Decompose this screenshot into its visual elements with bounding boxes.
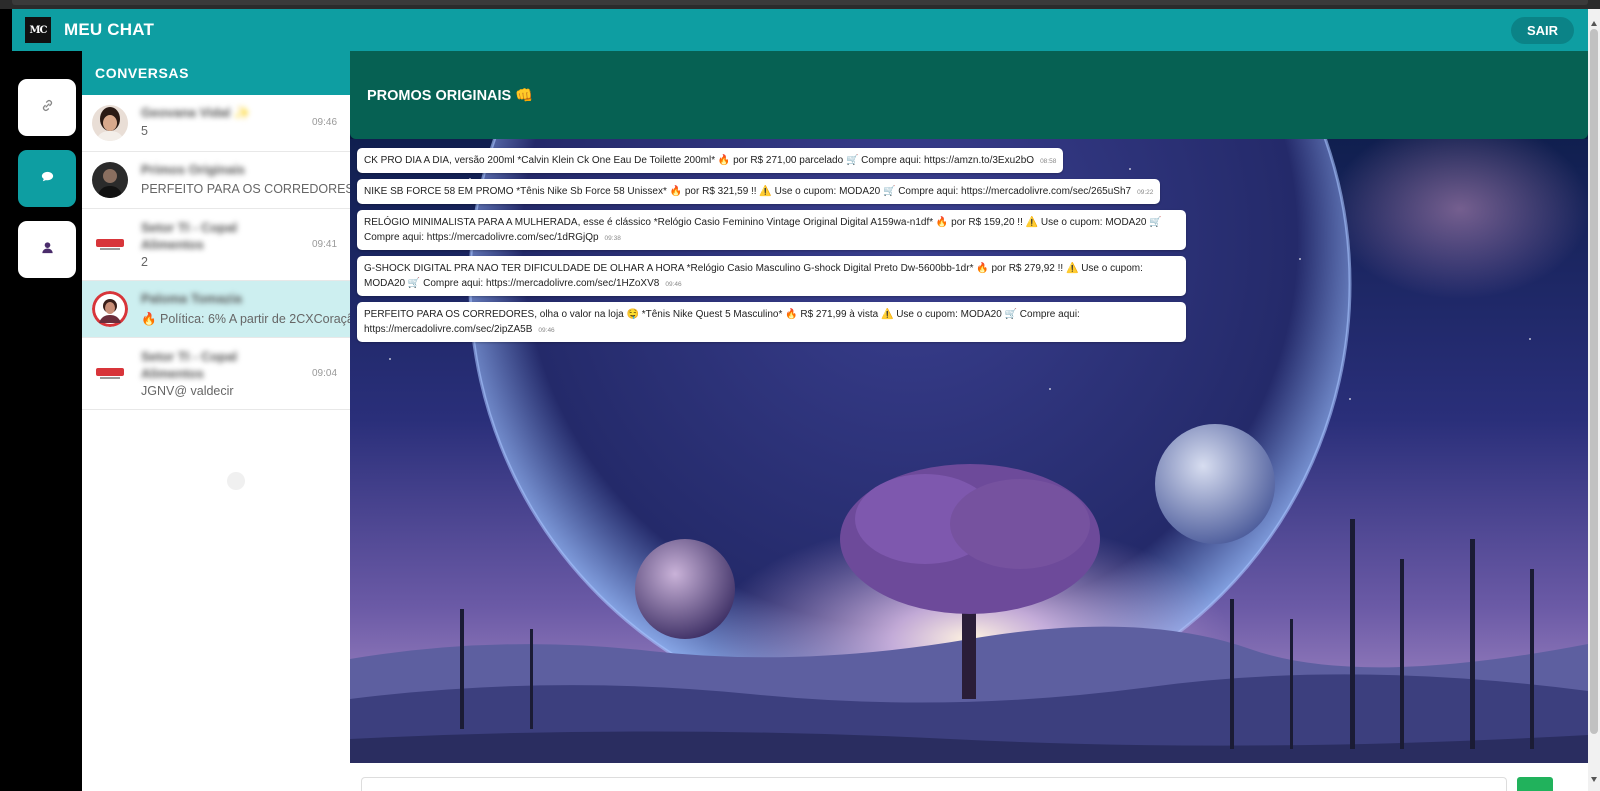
chat-bubble-icon	[40, 169, 55, 189]
conversation-preview: 5	[141, 124, 148, 138]
app-logo: MC	[25, 17, 51, 43]
conversation-name: Paloma Tomazia	[141, 291, 242, 306]
message-text: CK PRO DIA A DIA, versão 200ml *Calvin K…	[364, 155, 1035, 166]
avatar	[92, 162, 128, 198]
message-text: RELÓGIO MINIMALISTA PARA A MULHERADA, es…	[364, 217, 1162, 243]
message-list: CK PRO DIA A DIA, versão 200ml *Calvin K…	[357, 148, 1257, 348]
conversation-time: 09:46	[312, 117, 338, 128]
message-composer	[350, 763, 1588, 791]
nav-contacts-button[interactable]	[18, 221, 76, 278]
nav-rail	[12, 51, 82, 791]
conversation-time: 09:41	[312, 239, 338, 250]
browser-top-strip	[0, 0, 1600, 9]
conversation-name: Primos Originais	[141, 162, 246, 177]
scroll-down-arrow-icon[interactable]	[1591, 777, 1597, 782]
message-time: 08:58	[1040, 158, 1057, 165]
avatar	[92, 225, 128, 261]
conversation-time: 09:04	[312, 368, 338, 379]
message-bubble: RELÓGIO MINIMALISTA PARA A MULHERADA, es…	[357, 210, 1186, 250]
loading-spinner	[227, 472, 245, 490]
message-bubble: G-SHOCK DIGITAL PRA NAO TER DIFICULDADE …	[357, 256, 1186, 296]
message-time: 09:46	[538, 327, 555, 334]
message-text: PERFEITO PARA OS CORREDORES, olha o valo…	[364, 309, 1080, 335]
nav-links-button[interactable]	[18, 79, 76, 136]
conversation-preview: JGNV@ valdecir	[141, 384, 234, 398]
chat-header: PROMOS ORIGINAIS 👊	[350, 51, 1588, 139]
message-text: G-SHOCK DIGITAL PRA NAO TER DIFICULDADE …	[364, 263, 1143, 289]
message-bubble: CK PRO DIA A DIA, versão 200ml *Calvin K…	[357, 148, 1064, 173]
message-time: 09:46	[665, 281, 682, 288]
message-bubble: NIKE SB FORCE 58 EM PROMO *Tênis Nike Sb…	[357, 179, 1161, 204]
conversation-item[interactable]: Setor TI - Copal Alimentos 2 09:41	[82, 209, 350, 281]
nav-chats-button[interactable]	[18, 150, 76, 207]
page-scrollbar[interactable]	[1588, 9, 1600, 791]
conversation-preview: PERFEITO PARA OS CORREDORES, olha o valo…	[141, 182, 350, 196]
message-bubble: PERFEITO PARA OS CORREDORES, olha o valo…	[357, 302, 1186, 342]
conversation-name: Geovana Vidal ✨	[141, 105, 251, 120]
app-header: MC MEU CHAT SAIR	[12, 9, 1588, 51]
link-icon	[40, 98, 55, 118]
conversation-item[interactable]: Geovana Vidal ✨ 5 09:46	[82, 95, 350, 152]
conversation-name: Setor TI - Copal Alimentos	[141, 220, 238, 252]
message-input[interactable]	[361, 777, 1507, 791]
app-title: MEU CHAT	[64, 20, 155, 39]
conversation-name: Setor TI - Copal Alimentos	[141, 349, 238, 381]
avatar	[92, 291, 128, 327]
user-icon	[40, 240, 55, 260]
conversation-preview: 2	[141, 255, 148, 269]
scrollbar-thumb[interactable]	[1590, 29, 1598, 734]
avatar	[92, 354, 128, 390]
logout-button[interactable]: SAIR	[1510, 17, 1574, 44]
avatar	[92, 105, 128, 141]
message-time: 09:22	[1137, 189, 1154, 196]
message-time: 09:38	[604, 235, 621, 242]
message-text: NIKE SB FORCE 58 EM PROMO *Tênis Nike Sb…	[364, 186, 1132, 197]
conversations-header: CONVERSAS	[82, 51, 350, 95]
send-button[interactable]	[1517, 777, 1553, 791]
conversation-preview: 🔥 Política: 6% A partir de 2CXCoração	[141, 312, 350, 326]
conversation-item[interactable]: Primos Originais PERFEITO PARA OS CORRED…	[82, 152, 350, 209]
chat-title: PROMOS ORIGINAIS 👊	[367, 87, 534, 104]
chat-panel: PROMOS ORIGINAIS 👊 CK PRO DIA A DIA, ver…	[350, 51, 1588, 791]
conversation-list: CONVERSAS Geovana Vidal ✨ 5 09:46 Primos…	[82, 51, 350, 791]
scroll-up-arrow-icon[interactable]	[1591, 21, 1597, 26]
conversation-item-selected[interactable]: Paloma Tomazia 🔥 Política: 6% A partir d…	[82, 281, 350, 338]
conversation-item[interactable]: Setor TI - Copal Alimentos JGNV@ valdeci…	[82, 338, 350, 410]
